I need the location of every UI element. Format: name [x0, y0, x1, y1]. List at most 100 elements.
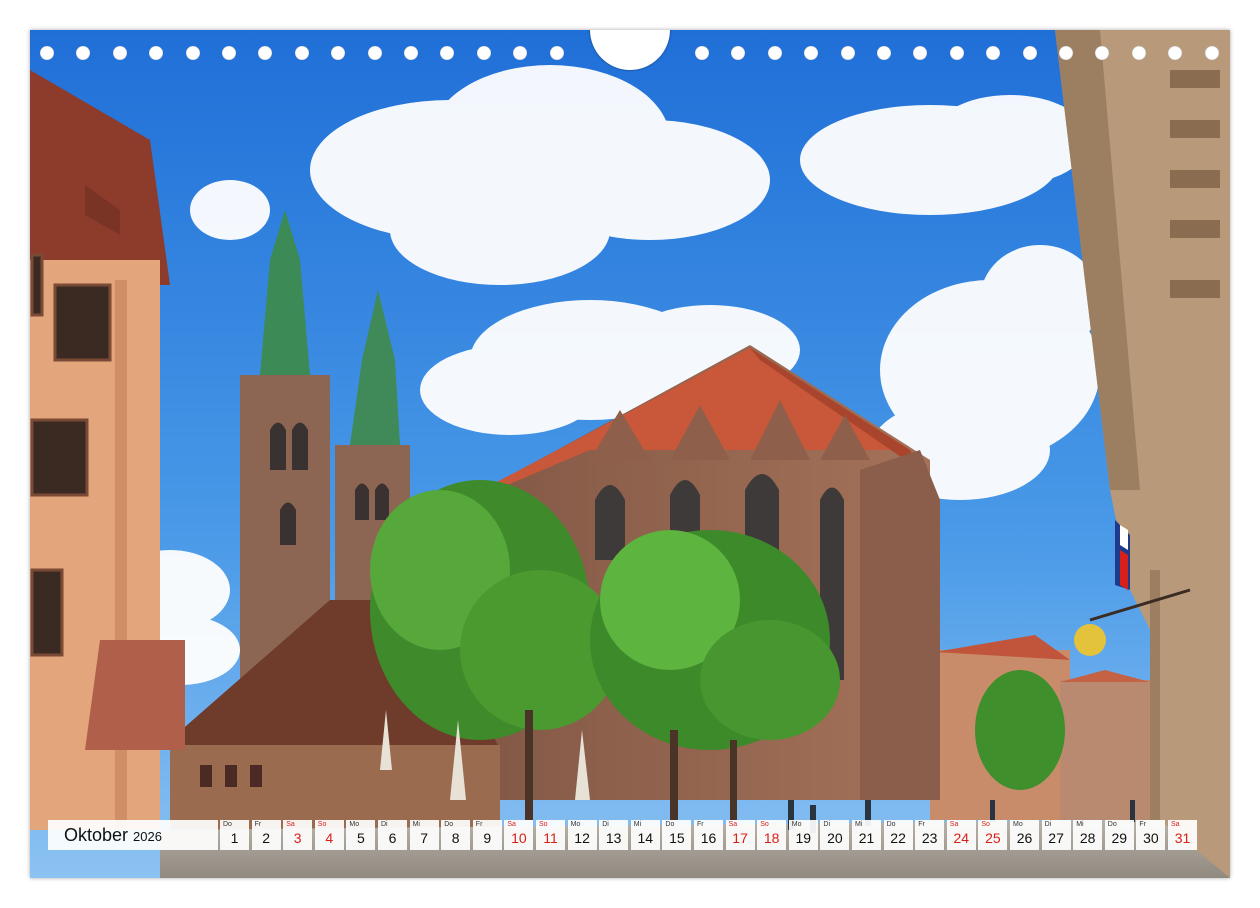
binding-hole [112, 46, 127, 60]
day-number: 17 [732, 830, 748, 846]
binding-hole [149, 46, 164, 60]
binding-hole [1168, 46, 1183, 60]
day-number: 16 [700, 830, 717, 846]
day-cell: Do 29 [1104, 820, 1134, 850]
weekday-label: Do [1107, 821, 1117, 828]
day-number: 2 [262, 830, 270, 846]
weekday-label: Do [886, 821, 896, 828]
binding-hole [767, 46, 782, 60]
day-number: 14 [637, 830, 654, 846]
weekday-label: Mi [1076, 821, 1084, 828]
day-number: 12 [574, 830, 590, 846]
weekday-label: Fr [475, 821, 483, 828]
binding-hole [513, 46, 528, 60]
binding-hole [76, 46, 91, 60]
day-number: 10 [511, 830, 527, 846]
day-number: 1 [230, 830, 239, 846]
day-cell: So 4 [314, 820, 344, 850]
day-number: 25 [985, 830, 1001, 846]
weekday-label: Do [444, 821, 454, 828]
day-number: 26 [1016, 830, 1033, 846]
weekday-label: Di [381, 821, 388, 828]
day-number: 30 [1143, 830, 1159, 846]
binding-hole [1022, 46, 1037, 60]
binding-hole [549, 46, 564, 60]
binding-hole [1204, 46, 1219, 60]
day-number: 24 [953, 830, 970, 846]
day-number: 29 [1111, 830, 1128, 846]
day-cell: So 18 [757, 820, 787, 850]
day-cell: Do 8 [441, 820, 471, 850]
day-cell: Mi 14 [630, 820, 660, 850]
binding-hole [1131, 46, 1146, 60]
day-number: 5 [356, 830, 365, 846]
weekday-label: Mo [570, 821, 581, 828]
day-number: 31 [1174, 830, 1191, 846]
day-number: 27 [1048, 830, 1064, 846]
binding-hole [695, 46, 709, 60]
binding-holes [30, 30, 1230, 80]
binding-hole [949, 46, 964, 60]
day-cell: Mi 28 [1073, 820, 1103, 850]
binding-hole [258, 46, 273, 60]
day-cell: Sa 3 [283, 820, 313, 850]
binding-hole [185, 46, 200, 60]
binding-hole [294, 46, 309, 60]
binding-hole [367, 46, 382, 60]
day-number: 3 [293, 830, 302, 846]
hanger-notch [590, 30, 670, 70]
day-number: 9 [483, 830, 492, 846]
day-cell: Sa 24 [946, 820, 976, 850]
weekday-label: Mo [349, 821, 360, 828]
day-number: 7 [420, 830, 428, 846]
day-cell: Mi 21 [852, 820, 881, 850]
weekday-label: Sa [728, 821, 738, 828]
binding-hole [804, 46, 819, 60]
day-number: 18 [763, 830, 780, 846]
day-cell: Fr 2 [251, 820, 281, 850]
day-number: 19 [795, 830, 812, 846]
day-cell: Fr 16 [694, 820, 723, 850]
weekday-label: Do [223, 821, 232, 828]
day-cell: Sa 31 [1168, 820, 1197, 850]
day-cell: Fr 30 [1136, 820, 1166, 850]
day-number: 6 [388, 830, 397, 846]
day-cell: Mo 5 [346, 820, 376, 850]
month-bar: Oktober 2026 Do 1 Fr 2 Sa 3 So 4 Mo 5 Di 6 Mi 7 Do 8 Fr 9… [48, 820, 1213, 850]
binding-hole [840, 46, 855, 60]
binding-hole [404, 46, 418, 60]
weekday-label: Sa [949, 821, 959, 828]
weekday-label: So [539, 821, 548, 828]
day-cell: So 25 [978, 820, 1008, 850]
weekday-label: Mo [791, 821, 802, 828]
weekday-label: Mi [412, 821, 420, 828]
day-number: 28 [1079, 830, 1096, 846]
weekday-label: So [981, 821, 990, 828]
weekday-label: Di [823, 821, 831, 828]
month-name: Oktober [64, 824, 129, 845]
binding-hole [40, 46, 54, 60]
day-cell: Di 13 [599, 820, 629, 850]
day-cell: Fr 9 [472, 820, 502, 850]
day-cell: Mo 19 [788, 820, 818, 850]
day-number: 15 [669, 830, 685, 846]
weekday-label: So [317, 821, 327, 828]
weekday-label: Fr [918, 821, 925, 828]
binding-hole [440, 46, 455, 60]
day-cell: Mo 12 [567, 820, 597, 850]
binding-hole [986, 46, 1001, 60]
day-cell: Fr 23 [915, 820, 945, 850]
month-label: Oktober 2026 [48, 820, 218, 850]
weekday-label: Fr [697, 821, 704, 828]
weekday-label: Mi [633, 821, 642, 828]
binding-hole [913, 46, 928, 60]
weekday-label: Mi [855, 821, 863, 828]
weekday-label: Mo [1013, 821, 1023, 828]
day-number: 8 [451, 830, 460, 846]
day-cell: Di 6 [378, 820, 407, 850]
weekday-label: Sa [1171, 821, 1180, 828]
day-number: 23 [921, 830, 938, 846]
binding-hole [1059, 46, 1073, 60]
day-cell: Di 20 [820, 820, 850, 850]
weekday-label: So [760, 821, 769, 828]
